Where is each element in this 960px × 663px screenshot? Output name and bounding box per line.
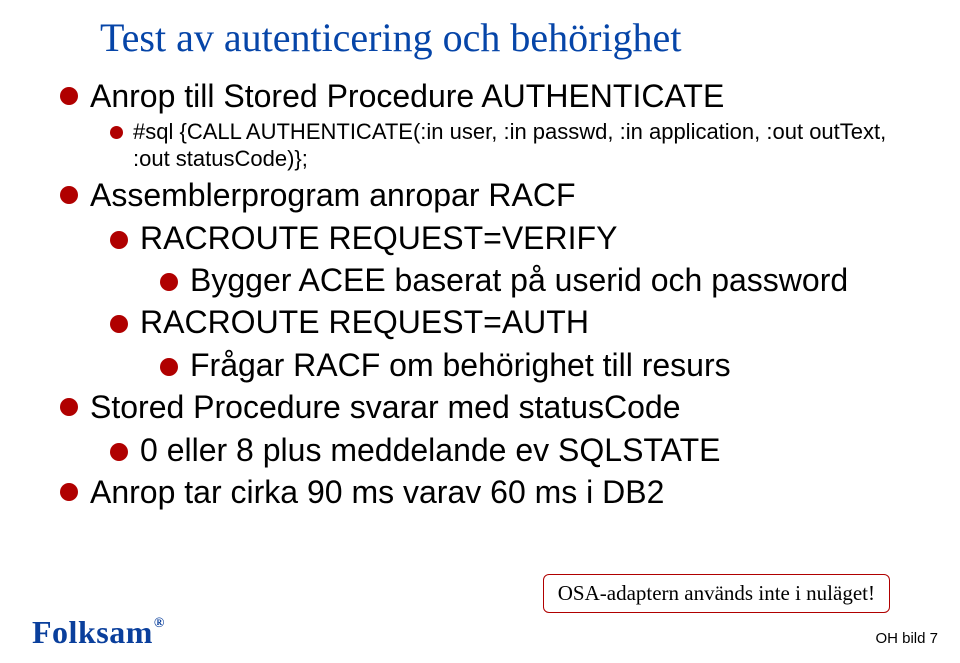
bullet-level1: Stored Procedure svarar med statusCode bbox=[60, 388, 920, 426]
bullet-marker-icon bbox=[60, 186, 78, 204]
bullet-marker-icon bbox=[60, 87, 78, 105]
bullet-level1: Anrop till Stored Procedure AUTHENTICATE bbox=[60, 77, 920, 115]
bullet-text: RACROUTE REQUEST=VERIFY bbox=[140, 219, 617, 257]
registered-icon: ® bbox=[154, 616, 165, 631]
bullet-text: RACROUTE REQUEST=AUTH bbox=[140, 303, 589, 341]
logo: Folksam® bbox=[32, 614, 164, 651]
bullet-level1: Assemblerprogram anropar RACF bbox=[60, 176, 920, 214]
bullet-text: Bygger ACEE baserat på userid och passwo… bbox=[190, 261, 848, 299]
bullet-marker-icon bbox=[110, 443, 128, 461]
slide: Test av autenticering och behörighet Anr… bbox=[0, 0, 960, 663]
bullet-text: Anrop till Stored Procedure AUTHENTICATE bbox=[90, 77, 724, 115]
callout-box: OSA-adaptern används inte i nuläget! bbox=[543, 574, 890, 613]
bullet-marker-icon bbox=[60, 483, 78, 501]
bullet-marker-icon bbox=[60, 398, 78, 416]
bullet-text: Anrop tar cirka 90 ms varav 60 ms i DB2 bbox=[90, 473, 664, 511]
bullet-marker-icon bbox=[160, 273, 178, 291]
bullet-level2: RACROUTE REQUEST=AUTH bbox=[110, 303, 920, 341]
bullet-level3: Bygger ACEE baserat på userid och passwo… bbox=[160, 261, 920, 299]
callout-text: OSA-adaptern används inte i nuläget! bbox=[558, 581, 875, 605]
bullet-text: Frågar RACF om behörighet till resurs bbox=[190, 346, 731, 384]
bullet-marker-icon bbox=[110, 126, 123, 139]
bullet-text: 0 eller 8 plus meddelande ev SQLSTATE bbox=[140, 431, 720, 469]
bullet-level2: 0 eller 8 plus meddelande ev SQLSTATE bbox=[110, 431, 920, 469]
bullet-text: Assemblerprogram anropar RACF bbox=[90, 176, 576, 214]
bullet-text: Stored Procedure svarar med statusCode bbox=[90, 388, 681, 426]
bullet-text: #sql {CALL AUTHENTICATE(:in user, :in pa… bbox=[133, 119, 920, 172]
bullet-level2-code: #sql {CALL AUTHENTICATE(:in user, :in pa… bbox=[110, 119, 920, 172]
slide-title: Test av autenticering och behörighet bbox=[100, 14, 920, 61]
bullet-marker-icon bbox=[110, 315, 128, 333]
logo-text: Folksam bbox=[32, 614, 153, 650]
bullet-marker-icon bbox=[110, 231, 128, 249]
bullet-level1: Anrop tar cirka 90 ms varav 60 ms i DB2 bbox=[60, 473, 920, 511]
footer-page-number: OH bild 7 bbox=[875, 630, 938, 647]
bullet-level2: RACROUTE REQUEST=VERIFY bbox=[110, 219, 920, 257]
bullet-level3: Frågar RACF om behörighet till resurs bbox=[160, 346, 920, 384]
bullet-marker-icon bbox=[160, 358, 178, 376]
